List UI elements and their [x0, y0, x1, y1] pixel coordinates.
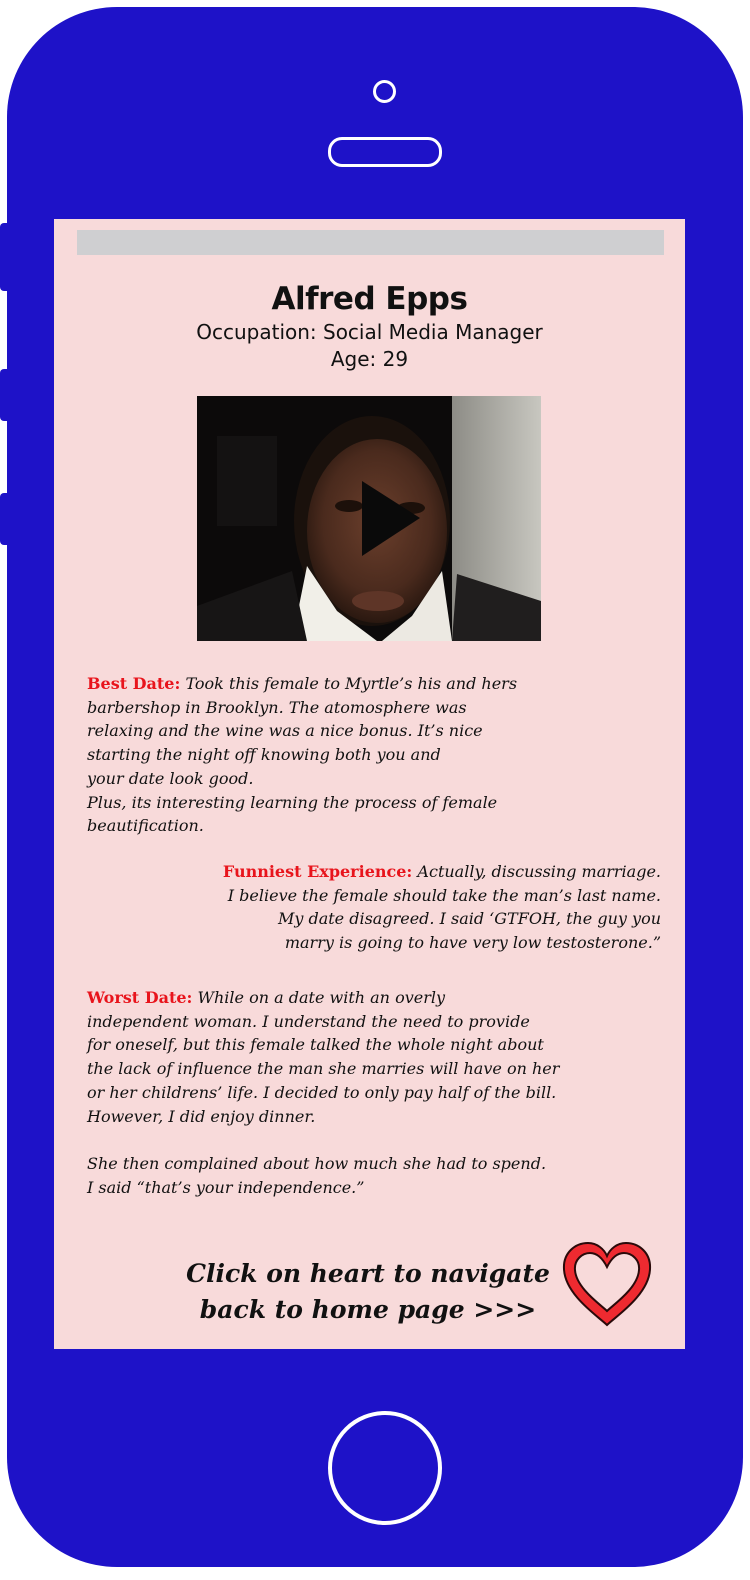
worst-date-label: Worst Date:: [87, 988, 193, 1007]
heart-icon[interactable]: [559, 1239, 655, 1331]
worst-date-text: While on a date with an overly independe…: [87, 988, 560, 1126]
home-button[interactable]: [328, 1411, 442, 1525]
worst-date-text-2: She then complained about how much she h…: [87, 1154, 547, 1197]
video-thumbnail: [197, 396, 541, 641]
profile-video[interactable]: [197, 396, 541, 641]
front-camera: [373, 80, 396, 103]
profile-occupation: Occupation: Social Media Manager: [196, 320, 543, 344]
volume-down-button: [0, 493, 14, 545]
best-date-section: Best Date: Took this female to Myrtle’s …: [87, 672, 607, 838]
volume-up-button: [0, 369, 14, 421]
best-date-label: Best Date:: [87, 674, 181, 693]
profile-age: Age: 29: [330, 347, 409, 371]
phone-screen: Alfred Epps Occupation: Social Media Man…: [54, 219, 685, 1349]
funniest-experience-section: Funniest Experience: Actually, discussin…: [141, 860, 661, 955]
navigation-instruction: Click on heart to navigate back to home …: [186, 1259, 550, 1324]
worst-date-section: Worst Date: While on a date with an over…: [87, 986, 627, 1128]
profile-name: Alfred Epps: [271, 281, 468, 317]
funniest-experience-label: Funniest Experience:: [222, 862, 413, 881]
mute-switch: [0, 223, 14, 291]
earpiece-speaker: [328, 137, 442, 167]
status-bar: [77, 230, 664, 255]
power-button: [512, 7, 627, 21]
best-date-text: Took this female to Myrtle’s his and her…: [87, 674, 518, 836]
